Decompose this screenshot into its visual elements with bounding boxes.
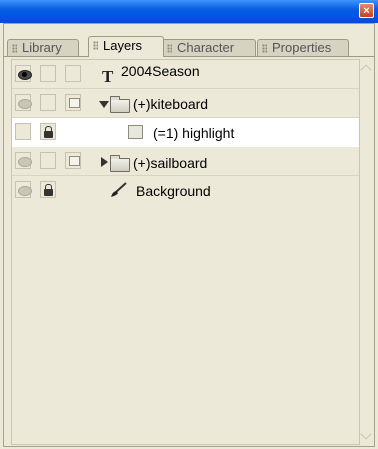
outline-icon bbox=[69, 156, 80, 166]
tab-character[interactable]: Character bbox=[162, 39, 256, 56]
lock-icon bbox=[44, 126, 53, 138]
tab-label: Properties bbox=[272, 40, 332, 55]
layer-name: Background bbox=[136, 183, 211, 199]
eye-icon bbox=[18, 157, 32, 167]
tab-label: Library bbox=[22, 40, 62, 55]
outline-toggle[interactable] bbox=[65, 152, 81, 169]
layer-row-background[interactable]: Background bbox=[12, 176, 359, 205]
lock-icon bbox=[44, 184, 53, 196]
layer-row-kiteboard[interactable]: (+)kiteboard bbox=[12, 89, 359, 118]
paintbrush-icon bbox=[111, 182, 127, 197]
text-type-icon: T bbox=[102, 67, 114, 86]
lock-toggle[interactable] bbox=[40, 123, 56, 140]
layer-name: (=1) highlight bbox=[153, 125, 235, 141]
lock-toggle[interactable] bbox=[40, 181, 56, 198]
chevron-down-icon[interactable] bbox=[99, 101, 109, 108]
scroll-up-button[interactable] bbox=[360, 61, 373, 76]
grip-icon bbox=[93, 41, 98, 50]
visibility-toggle[interactable] bbox=[15, 123, 31, 140]
tab-properties[interactable]: Properties bbox=[257, 39, 349, 56]
layer-name: (+)sailboard bbox=[133, 155, 208, 171]
layer-name: 2004Season bbox=[121, 63, 200, 79]
layers-list: T 2004Season (+)kiteboard (=1) highlight bbox=[11, 59, 360, 445]
vertical-scrollbar[interactable] bbox=[360, 59, 373, 445]
layer-name: (+)kiteboard bbox=[133, 96, 209, 112]
grip-icon bbox=[12, 44, 17, 53]
visibility-toggle[interactable] bbox=[15, 65, 32, 82]
folder-icon bbox=[110, 96, 130, 113]
grip-icon bbox=[167, 44, 172, 53]
visibility-toggle[interactable] bbox=[15, 152, 32, 169]
window-titlebar: × bbox=[0, 0, 378, 23]
tab-library[interactable]: Library bbox=[7, 39, 79, 56]
tab-label: Layers bbox=[103, 38, 143, 53]
tab-divider bbox=[4, 56, 374, 57]
close-icon: × bbox=[363, 5, 370, 17]
tab-label: Character bbox=[177, 40, 235, 55]
outline-toggle[interactable] bbox=[65, 65, 81, 82]
outline-icon bbox=[69, 98, 80, 108]
tab-layers[interactable]: Layers bbox=[88, 36, 164, 57]
layer-icon bbox=[128, 125, 143, 139]
eye-icon bbox=[18, 99, 32, 109]
folder-icon bbox=[110, 155, 130, 172]
grip-icon bbox=[262, 44, 267, 53]
layer-row-highlight[interactable]: (=1) highlight bbox=[12, 118, 359, 147]
outline-toggle[interactable] bbox=[65, 94, 81, 111]
visibility-toggle[interactable] bbox=[15, 181, 32, 198]
eye-icon bbox=[18, 186, 32, 196]
lock-toggle[interactable] bbox=[40, 152, 56, 169]
eye-icon bbox=[18, 70, 32, 80]
layer-row-sailboard[interactable]: (+)sailboard bbox=[12, 147, 359, 176]
visibility-toggle[interactable] bbox=[15, 94, 32, 111]
close-button[interactable]: × bbox=[359, 3, 374, 18]
layer-row-2004season[interactable]: T 2004Season bbox=[12, 60, 359, 89]
lock-toggle[interactable] bbox=[40, 65, 56, 82]
layers-panel: Library Layers Character Properties T 20… bbox=[3, 23, 375, 447]
chevron-down-icon bbox=[360, 428, 372, 440]
chevron-right-icon[interactable] bbox=[101, 157, 108, 167]
panel-tabs: Library Layers Character Properties bbox=[4, 36, 374, 57]
chevron-up-icon bbox=[360, 64, 372, 76]
scroll-down-button[interactable] bbox=[360, 428, 373, 443]
lock-toggle[interactable] bbox=[40, 94, 56, 111]
